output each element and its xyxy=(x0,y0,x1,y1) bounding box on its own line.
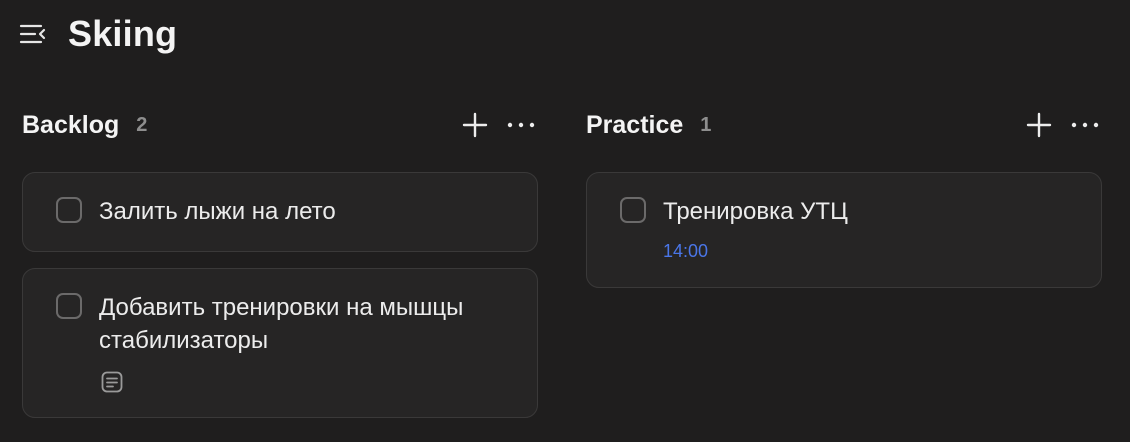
task-due-time: 14:00 xyxy=(663,241,709,261)
add-task-button[interactable] xyxy=(458,110,492,140)
note-icon xyxy=(101,371,123,393)
task-checkbox[interactable] xyxy=(56,197,82,223)
sidebar-toggle-icon xyxy=(19,24,46,44)
task-title: Залить лыжи на лето xyxy=(99,198,336,225)
plus-icon xyxy=(1026,112,1052,138)
task-card[interactable]: Добавить тренировки на мышцы стабилизато… xyxy=(22,268,538,418)
column-more-button[interactable] xyxy=(504,110,538,140)
column-count: 1 xyxy=(700,113,712,136)
page-title: Skiing xyxy=(68,13,178,54)
column-title: Practice xyxy=(586,110,684,139)
column-actions xyxy=(458,110,538,140)
column-backlog: Backlog 2 Залить лыжи на лето Добавить т… xyxy=(22,100,538,418)
app-window: Skiing Backlog 2 Залить лыжи на лето Доб… xyxy=(0,0,1130,442)
more-horizontal-icon xyxy=(1071,122,1099,128)
task-title: Добавить тренировки на мышцы стабилизато… xyxy=(99,294,464,354)
task-card[interactable]: Тренировка УТЦ 14:00 xyxy=(586,172,1102,288)
add-task-button[interactable] xyxy=(1022,110,1056,140)
task-card[interactable]: Залить лыжи на лето xyxy=(22,172,538,252)
task-checkbox[interactable] xyxy=(56,293,82,319)
more-horizontal-icon xyxy=(507,122,535,128)
plus-icon xyxy=(462,112,488,138)
task-checkbox[interactable] xyxy=(620,197,646,223)
column-header: Practice 1 xyxy=(586,100,1102,150)
column-actions xyxy=(1022,110,1102,140)
column-more-button[interactable] xyxy=(1068,110,1102,140)
column-header: Backlog 2 xyxy=(22,100,538,150)
column-title: Backlog xyxy=(22,110,120,139)
task-title: Тренировка УТЦ xyxy=(663,198,848,225)
sidebar-toggle-button[interactable] xyxy=(18,19,48,49)
column-count: 2 xyxy=(136,113,148,136)
column-practice: Practice 1 Тренировка УТЦ 14:00 xyxy=(586,100,1102,288)
page-header: Skiing xyxy=(18,10,177,58)
